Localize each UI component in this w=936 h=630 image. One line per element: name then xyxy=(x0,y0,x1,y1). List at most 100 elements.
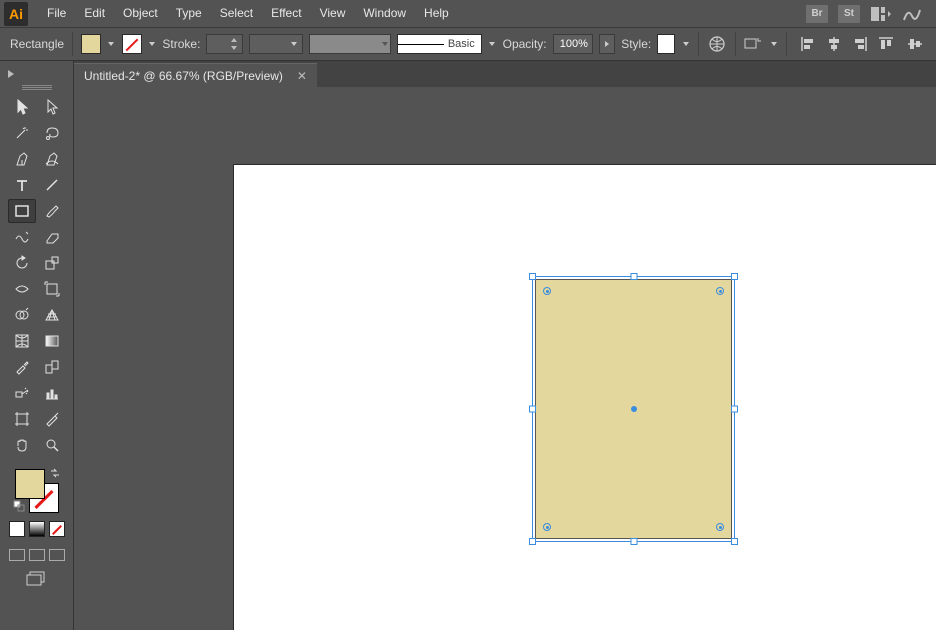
draw-inside-icon[interactable] xyxy=(49,549,65,561)
draw-behind-icon[interactable] xyxy=(29,549,45,561)
perspective-grid-tool[interactable] xyxy=(38,303,66,327)
curvature-tool[interactable] xyxy=(38,147,66,171)
document-tabbar: Untitled-2* @ 66.67% (RGB/Preview) ✕ xyxy=(74,61,936,87)
rotate-tool[interactable] xyxy=(8,251,36,275)
brush-definition-dropdown-disabled xyxy=(309,34,391,54)
line-segment-tool[interactable] xyxy=(38,173,66,197)
fill-stroke-control[interactable] xyxy=(13,467,61,515)
symbol-sprayer-tool[interactable] xyxy=(8,381,36,405)
direct-selection-tool[interactable] xyxy=(38,95,66,119)
stroke-label: Stroke: xyxy=(162,37,200,51)
selection-tool[interactable] xyxy=(8,95,36,119)
brush-dropdown[interactable] xyxy=(488,35,497,53)
menu-type[interactable]: Type xyxy=(167,0,211,27)
magic-wand-tool[interactable] xyxy=(8,121,36,145)
variable-width-profile-dropdown[interactable] xyxy=(249,34,303,54)
menu-select[interactable]: Select xyxy=(211,0,262,27)
opacity-field[interactable]: 100% xyxy=(553,34,593,54)
type-tool[interactable] xyxy=(8,173,36,197)
document-tab[interactable]: Untitled-2* @ 66.67% (RGB/Preview) ✕ xyxy=(74,63,317,87)
align-left-icon[interactable] xyxy=(797,33,819,55)
artboard-tool[interactable] xyxy=(8,407,36,431)
canvas[interactable] xyxy=(74,87,936,630)
align-right-icon[interactable] xyxy=(849,33,871,55)
draw-normal-icon[interactable] xyxy=(9,549,25,561)
menu-help[interactable]: Help xyxy=(415,0,458,27)
pen-tool[interactable] xyxy=(8,147,36,171)
menu-object[interactable]: Object xyxy=(114,0,167,27)
brush-name: Basic xyxy=(448,38,475,50)
menu-file[interactable]: File xyxy=(38,0,75,27)
selected-tool-label: Rectangle xyxy=(10,37,64,51)
screen-mode-icon[interactable] xyxy=(26,571,48,590)
brush-field[interactable]: Basic xyxy=(397,34,482,54)
color-mode-color[interactable] xyxy=(9,521,25,537)
transform-panel-icon[interactable] xyxy=(744,33,764,55)
fill-large-swatch[interactable] xyxy=(15,469,45,499)
eraser-tool[interactable] xyxy=(38,225,66,249)
panel-collapse-icon[interactable] xyxy=(6,67,16,81)
color-mode-gradient[interactable] xyxy=(29,521,45,537)
separator xyxy=(698,32,699,56)
brush-preview-line xyxy=(398,44,444,45)
separator xyxy=(735,32,736,56)
column-graph-tool[interactable] xyxy=(38,381,66,405)
eyedropper-tool[interactable] xyxy=(8,355,36,379)
gradient-tool[interactable] xyxy=(38,329,66,353)
align-group xyxy=(797,33,926,55)
close-tab-icon[interactable]: ✕ xyxy=(297,69,307,83)
menu-view[interactable]: View xyxy=(311,0,355,27)
menu-effect[interactable]: Effect xyxy=(262,0,310,27)
tools-panel xyxy=(0,61,74,630)
shaper-tool[interactable] xyxy=(8,225,36,249)
shape-builder-tool[interactable] xyxy=(8,303,36,327)
lasso-tool[interactable] xyxy=(38,121,66,145)
workspace: Untitled-2* @ 66.67% (RGB/Preview) ✕ xyxy=(74,61,936,630)
tools-grid xyxy=(8,95,66,457)
gpu-performance-icon[interactable] xyxy=(902,6,922,22)
color-mode-none[interactable] xyxy=(49,521,65,537)
stock-button[interactable]: St xyxy=(838,5,860,23)
rectangle-shape[interactable] xyxy=(535,279,732,539)
stroke-weight-field[interactable] xyxy=(206,34,242,54)
scale-tool[interactable] xyxy=(38,251,66,275)
opacity-flyout[interactable] xyxy=(599,34,615,54)
paintbrush-tool[interactable] xyxy=(38,199,66,223)
panel-grip[interactable] xyxy=(22,85,52,89)
menu-edit[interactable]: Edit xyxy=(75,0,114,27)
style-dropdown[interactable] xyxy=(681,35,690,53)
align-vcenter-icon[interactable] xyxy=(904,33,926,55)
control-bar: Rectangle Stroke: Basic Opacity: 100% St… xyxy=(0,27,936,61)
zoom-tool[interactable] xyxy=(38,433,66,457)
graphic-style-swatch[interactable] xyxy=(657,34,675,54)
menu-window[interactable]: Window xyxy=(354,0,415,27)
width-tool[interactable] xyxy=(8,277,36,301)
free-transform-tool[interactable] xyxy=(38,277,66,301)
blend-tool[interactable] xyxy=(38,355,66,379)
align-top-icon[interactable] xyxy=(875,33,897,55)
separator xyxy=(72,32,73,56)
recolor-artwork-icon[interactable] xyxy=(707,33,727,55)
slice-tool[interactable] xyxy=(38,407,66,431)
rectangle-tool[interactable] xyxy=(8,199,36,223)
swap-fill-stroke-icon[interactable] xyxy=(49,467,61,482)
menubar: Ai File Edit Object Type Select Effect V… xyxy=(0,0,936,27)
bridge-button[interactable]: Br xyxy=(806,5,828,23)
hand-tool[interactable] xyxy=(8,433,36,457)
fill-dropdown[interactable] xyxy=(107,35,116,53)
color-mode-row xyxy=(9,521,65,537)
document-tab-title: Untitled-2* @ 66.67% (RGB/Preview) xyxy=(84,69,283,83)
align-hcenter-icon[interactable] xyxy=(823,33,845,55)
stroke-dropdown[interactable] xyxy=(148,35,157,53)
style-label: Style: xyxy=(621,37,651,51)
mesh-tool[interactable] xyxy=(8,329,36,353)
default-fill-stroke-icon[interactable] xyxy=(13,500,25,515)
separator xyxy=(786,32,787,56)
draw-mode-row xyxy=(9,549,65,561)
fill-swatch[interactable] xyxy=(81,34,101,54)
main-area: Untitled-2* @ 66.67% (RGB/Preview) ✕ xyxy=(0,61,936,630)
stroke-swatch[interactable] xyxy=(122,34,142,54)
transform-dropdown[interactable] xyxy=(769,35,778,53)
app-logo: Ai xyxy=(4,2,28,26)
arrange-documents-icon[interactable] xyxy=(870,6,892,22)
